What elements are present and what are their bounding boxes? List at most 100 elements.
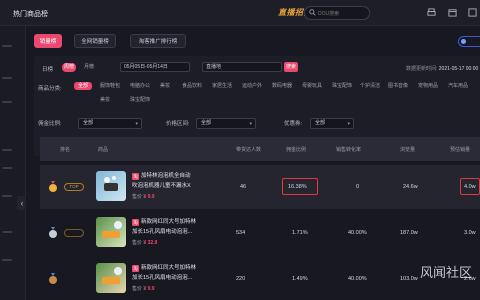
table-row[interactable]: 淘 新款网红同大号加特林 加长15孔风扇电动泡泡... 售价 ¥ 32.9 53… xyxy=(40,211,480,255)
category-item[interactable]: 珠宝配饰 xyxy=(332,82,352,90)
period-option[interactable]: 月榜 xyxy=(82,63,96,72)
product-name-line2[interactable]: 加长15孔风扇电动泡泡... xyxy=(132,228,192,237)
price-label: 价格区间: xyxy=(166,121,190,127)
view-toggle[interactable] xyxy=(458,36,480,47)
product-name[interactable]: 加特林泡泡机全自动 xyxy=(141,172,191,181)
promo-label: 佣金比例: xyxy=(38,121,62,127)
ranking-table: 排名 商品 带货达人数 佣金比例 销售转化率 浏览量 预估销量 TOP 淘 加特… xyxy=(40,137,480,300)
category-label: 商品分类: xyxy=(38,86,62,92)
update-time: 数据更新时间: 2021-05-17 00:00 xyxy=(406,66,479,72)
product-thumbnail[interactable] xyxy=(96,217,126,247)
product-name[interactable]: 新款网红同大号加特林 xyxy=(141,218,196,227)
category-item[interactable]: 家居生活 xyxy=(212,82,232,90)
gold-medal-icon xyxy=(49,181,57,192)
search-box[interactable] xyxy=(304,6,370,20)
category-item[interactable]: 美妆 xyxy=(100,96,110,104)
views: 103.0w xyxy=(400,276,418,282)
category-item[interactable]: 汽车用品 xyxy=(448,82,468,90)
header-talent-count[interactable]: 带货达人数 xyxy=(236,146,261,153)
views: 187.0w xyxy=(400,230,418,236)
sidebar-item[interactable] xyxy=(0,72,26,84)
price-select[interactable]: 全部 ▾ xyxy=(196,118,256,129)
views: 24.6w xyxy=(403,184,418,190)
estimated-sales: 4.0w xyxy=(464,184,476,190)
conversion-rate: 40.00% xyxy=(348,276,367,282)
sidebar-item[interactable] xyxy=(0,162,26,174)
product-price: 售价 ¥ 9.9 xyxy=(132,194,155,200)
category-all[interactable]: 全部 xyxy=(74,82,93,90)
product-name-line2[interactable]: 加长15孔风扇电动泡泡... xyxy=(132,274,192,283)
sidebar-item[interactable] xyxy=(0,40,26,52)
talent-count: 46 xyxy=(240,184,247,190)
category-item[interactable]: 食品饮料 xyxy=(182,82,202,90)
top-bar: 热门商品榜 直播招商 xyxy=(0,0,480,26)
category-item[interactable]: 数码电器 xyxy=(272,82,292,90)
top-badge: TOP xyxy=(64,183,84,191)
more-icon[interactable] xyxy=(468,8,477,17)
sidebar-item[interactable] xyxy=(0,96,26,108)
product-price: 售价 ¥ 32.9 xyxy=(132,240,158,246)
rank-badge xyxy=(64,229,84,237)
silver-medal-icon xyxy=(49,227,57,238)
product-thumbnail[interactable] xyxy=(96,263,126,293)
product-thumbnail[interactable] xyxy=(96,171,126,201)
category-item[interactable]: 母婴玩具 xyxy=(302,82,322,90)
talent-count: 220 xyxy=(236,276,246,282)
header-rank: 排名 xyxy=(60,147,71,153)
category-item[interactable]: 服饰鞋包 xyxy=(100,82,120,90)
tab-network-sales-rank[interactable]: 全网销量榜 xyxy=(74,34,116,48)
commission-rate: 1.49% xyxy=(292,276,308,282)
conversion-rate: 0 xyxy=(356,184,360,190)
bronze-medal-icon xyxy=(49,273,57,284)
coupon-label: 优惠券: xyxy=(284,121,303,127)
promo-select[interactable]: 全部 ▾ xyxy=(78,118,142,129)
sidebar: ‹ xyxy=(0,26,27,300)
search-button[interactable]: 搜索 xyxy=(284,62,298,72)
page-title: 热门商品榜 xyxy=(13,11,48,18)
period-option[interactable]: 周榜 xyxy=(62,63,76,72)
category-item[interactable]: 图书音像 xyxy=(388,82,408,90)
product-name-line2[interactable]: 吹泡泡机器儿童不漏水X xyxy=(132,182,191,191)
platform-icon: 淘 xyxy=(132,265,139,272)
date-range-field[interactable]: 05月05日-05月14日 xyxy=(120,62,190,72)
period-label: 日榜 xyxy=(42,67,54,73)
talent-count: 534 xyxy=(236,230,246,236)
header-commission[interactable]: 佣金比例 xyxy=(286,146,306,153)
category-item[interactable]: 美妆 xyxy=(160,82,170,90)
category-item[interactable]: 珠宝配饰 xyxy=(130,96,150,104)
platform-icon: 淘 xyxy=(132,219,139,226)
calendar-icon[interactable] xyxy=(448,8,457,17)
chevron-down-icon: ▾ xyxy=(347,121,350,127)
print-icon[interactable] xyxy=(427,8,436,17)
table-row[interactable]: 淘 新款网红同大号加特林 加长15孔风扇电动泡泡... 售价 ¥ 9.9 220… xyxy=(40,257,480,300)
table-row[interactable]: TOP 淘 加特林泡泡机全自动 吹泡泡机器儿童不漏水X 售价 ¥ 9.9 46 … xyxy=(40,165,480,209)
header-product: 商品 xyxy=(98,147,109,153)
keyword-field[interactable]: 直播地 xyxy=(202,62,282,72)
product-price: 售价 ¥ 9.9 xyxy=(132,286,155,292)
sidebar-item[interactable] xyxy=(0,254,26,266)
commission-rate: 1.71% xyxy=(292,230,308,236)
chevron-down-icon: ▾ xyxy=(249,121,252,127)
chevron-down-icon: ▾ xyxy=(135,121,138,127)
conversion-rate: 40.00% xyxy=(348,230,367,236)
search-icon xyxy=(309,9,316,16)
table-header: 排名 商品 带货达人数 佣金比例 销售转化率 浏览量 预估销量 xyxy=(40,137,480,161)
category-item[interactable]: 宠物用品 xyxy=(418,82,438,90)
search-input[interactable] xyxy=(318,9,366,18)
sidebar-item[interactable] xyxy=(0,226,26,238)
sidebar-item[interactable] xyxy=(0,144,26,156)
header-conversion[interactable]: 销售转化率 xyxy=(336,146,361,153)
header-views[interactable]: 浏览量 xyxy=(400,146,415,153)
category-item[interactable]: 运动户外 xyxy=(242,82,262,90)
commission-rate: 16.38% xyxy=(288,184,307,190)
estimated-sales: 3.0w xyxy=(464,230,476,236)
product-name[interactable]: 新款网红同大号加特林 xyxy=(141,264,196,273)
watermark: 风闻社区 xyxy=(420,266,473,281)
tab-sales-rank[interactable]: 销量榜 xyxy=(34,34,62,48)
category-item[interactable]: 个护清洁 xyxy=(360,82,380,90)
tab-promo-rank[interactable]: 淘客推广排行榜 xyxy=(130,34,186,48)
header-sales[interactable]: 预估销量 xyxy=(450,146,470,153)
platform-icon: 淘 xyxy=(132,173,139,180)
category-item[interactable]: 电脑办公 xyxy=(130,82,150,90)
coupon-select[interactable]: 全部 ▾ xyxy=(310,118,354,129)
